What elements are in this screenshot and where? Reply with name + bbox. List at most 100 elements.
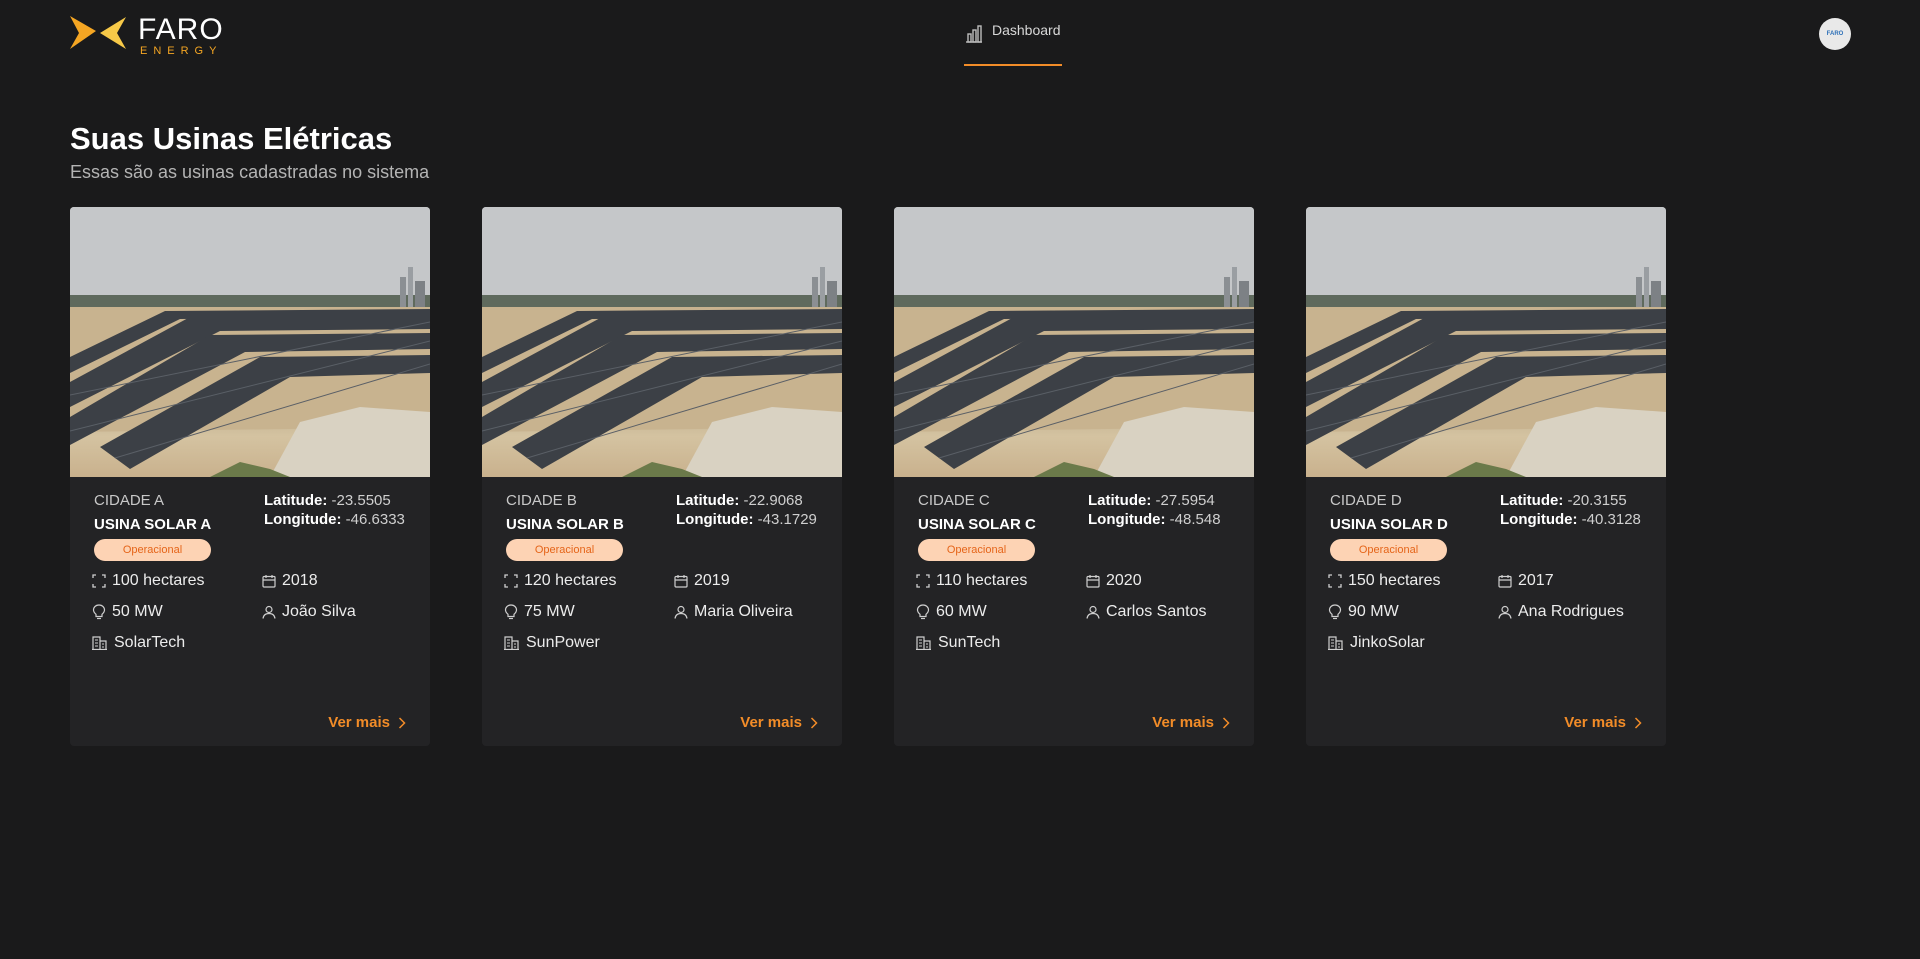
avatar-text: FARO — [1826, 31, 1844, 37]
calendar-icon — [1498, 575, 1512, 588]
plant-power-value: 90 MW — [1348, 603, 1399, 620]
plant-owner-value: João Silva — [282, 603, 356, 620]
plant-area: 150 hectares — [1328, 571, 1441, 591]
plant-power: 90 MW — [1328, 602, 1399, 622]
plant-area-value: 110 hectares — [936, 572, 1028, 589]
plant-name: USINA SOLAR D — [1330, 516, 1448, 533]
status-badge: Operacional — [506, 539, 623, 561]
page-subtitle: Essas são as usinas cadastradas no siste… — [70, 162, 430, 182]
plant-year-value: 2018 — [282, 572, 318, 589]
see-more-link[interactable]: Ver mais — [328, 713, 406, 733]
plant-coordinates: Latitude: -27.5954 Longitude: -48.548 — [1088, 491, 1221, 529]
latitude-value: -23.5505 — [331, 492, 391, 509]
bar-chart-icon — [966, 25, 982, 43]
tab-dashboard[interactable]: Dashboard — [964, 20, 1062, 66]
plant-name: USINA SOLAR B — [506, 516, 624, 533]
solar-panels-illustration — [894, 207, 1254, 477]
plant-owner: Ana Rodrigues — [1498, 602, 1624, 622]
plant-card-list: CIDADE A USINA SOLAR A Operacional Latit… — [70, 207, 1666, 746]
latitude-value: -22.9068 — [743, 492, 803, 509]
plant-coordinates: Latitude: -23.5505 Longitude: -46.6333 — [264, 491, 405, 529]
longitude-value: -48.548 — [1169, 511, 1221, 528]
building-icon — [92, 636, 107, 650]
plant-area-value: 120 hectares — [524, 572, 617, 589]
plant-manufacturer: SolarTech — [92, 633, 185, 653]
plant-city: CIDADE A — [94, 492, 165, 509]
plant-city: CIDADE B — [506, 492, 577, 509]
latitude-value: -20.3155 — [1567, 492, 1627, 509]
latitude-label: Latitude: — [1500, 492, 1564, 509]
plant-year-value: 2019 — [694, 572, 730, 589]
plant-manufacturer-value: JinkoSolar — [1350, 634, 1425, 651]
plant-year: 2017 — [1498, 571, 1554, 591]
plant-card-body: CIDADE D USINA SOLAR D Operacional Latit… — [1306, 477, 1666, 746]
chevron-right-icon — [398, 717, 406, 729]
solar-farm-photo — [482, 207, 842, 477]
plant-card-body: CIDADE B USINA SOLAR B Operacional Latit… — [482, 477, 842, 746]
see-more-link[interactable]: Ver mais — [740, 713, 818, 733]
plant-power-value: 75 MW — [524, 603, 575, 620]
plant-year: 2019 — [674, 571, 730, 591]
plant-area: 100 hectares — [92, 571, 205, 591]
plant-power-value: 50 MW — [112, 603, 163, 620]
plant-owner: Maria Oliveira — [674, 602, 793, 622]
logo-wordmark: FARO — [138, 13, 224, 46]
plant-power: 50 MW — [92, 602, 163, 622]
faro-energy-logo[interactable]: FARO ENERGY — [70, 13, 230, 57]
plant-power: 75 MW — [504, 602, 575, 622]
see-more-link[interactable]: Ver mais — [1564, 713, 1642, 733]
plant-area: 120 hectares — [504, 571, 617, 591]
expand-icon — [504, 574, 518, 588]
expand-icon — [1328, 574, 1342, 588]
lightbulb-icon — [504, 604, 518, 620]
plant-year-value: 2017 — [1518, 572, 1554, 589]
plant-card-body: CIDADE A USINA SOLAR A Operacional Latit… — [70, 477, 430, 746]
longitude-value: -46.6333 — [345, 511, 405, 528]
plant-manufacturer-value: SolarTech — [114, 634, 186, 651]
building-icon — [504, 636, 519, 650]
expand-icon — [92, 574, 106, 588]
see-more-link[interactable]: Ver mais — [1152, 713, 1230, 733]
user-icon — [674, 605, 688, 619]
solar-farm-photo — [1306, 207, 1666, 477]
plant-manufacturer: SunTech — [916, 633, 1000, 653]
latitude-label: Latitude: — [1088, 492, 1152, 509]
plant-city: CIDADE D — [1330, 492, 1402, 509]
expand-icon — [916, 574, 930, 588]
see-more-label: Ver mais — [328, 714, 390, 731]
longitude-label: Longitude: — [1088, 511, 1166, 528]
plant-manufacturer-value: SunTech — [938, 634, 1001, 651]
latitude-label: Latitude: — [264, 492, 328, 509]
user-icon — [262, 605, 276, 619]
plant-year: 2020 — [1086, 571, 1142, 591]
logo-mark-icon — [70, 16, 126, 49]
plant-owner-value: Maria Oliveira — [694, 603, 793, 620]
solar-panels-illustration — [70, 207, 430, 477]
status-badge: Operacional — [94, 539, 211, 561]
plant-area-value: 150 hectares — [1348, 572, 1441, 589]
chevron-right-icon — [1634, 717, 1642, 729]
plant-year: 2018 — [262, 571, 318, 591]
plant-coordinates: Latitude: -20.3155 Longitude: -40.3128 — [1500, 491, 1641, 529]
user-avatar[interactable]: FARO — [1819, 18, 1851, 50]
plant-name: USINA SOLAR C — [918, 516, 1036, 533]
lightbulb-icon — [92, 604, 106, 620]
lightbulb-icon — [1328, 604, 1342, 620]
plant-card-body: CIDADE C USINA SOLAR C Operacional Latit… — [894, 477, 1254, 746]
calendar-icon — [674, 575, 688, 588]
tab-dashboard-label: Dashboard — [992, 22, 1061, 38]
solar-farm-photo — [894, 207, 1254, 477]
status-badge: Operacional — [1330, 539, 1447, 561]
longitude-label: Longitude: — [264, 511, 342, 528]
calendar-icon — [1086, 575, 1100, 588]
status-badge: Operacional — [918, 539, 1035, 561]
see-more-label: Ver mais — [1564, 714, 1626, 731]
plant-name: USINA SOLAR A — [94, 516, 212, 533]
latitude-label: Latitude: — [676, 492, 740, 509]
user-icon — [1086, 605, 1100, 619]
longitude-label: Longitude: — [676, 511, 754, 528]
plant-coordinates: Latitude: -22.9068 Longitude: -43.1729 — [676, 491, 817, 529]
user-icon — [1498, 605, 1512, 619]
latitude-value: -27.5954 — [1155, 492, 1215, 509]
plant-power: 60 MW — [916, 602, 987, 622]
